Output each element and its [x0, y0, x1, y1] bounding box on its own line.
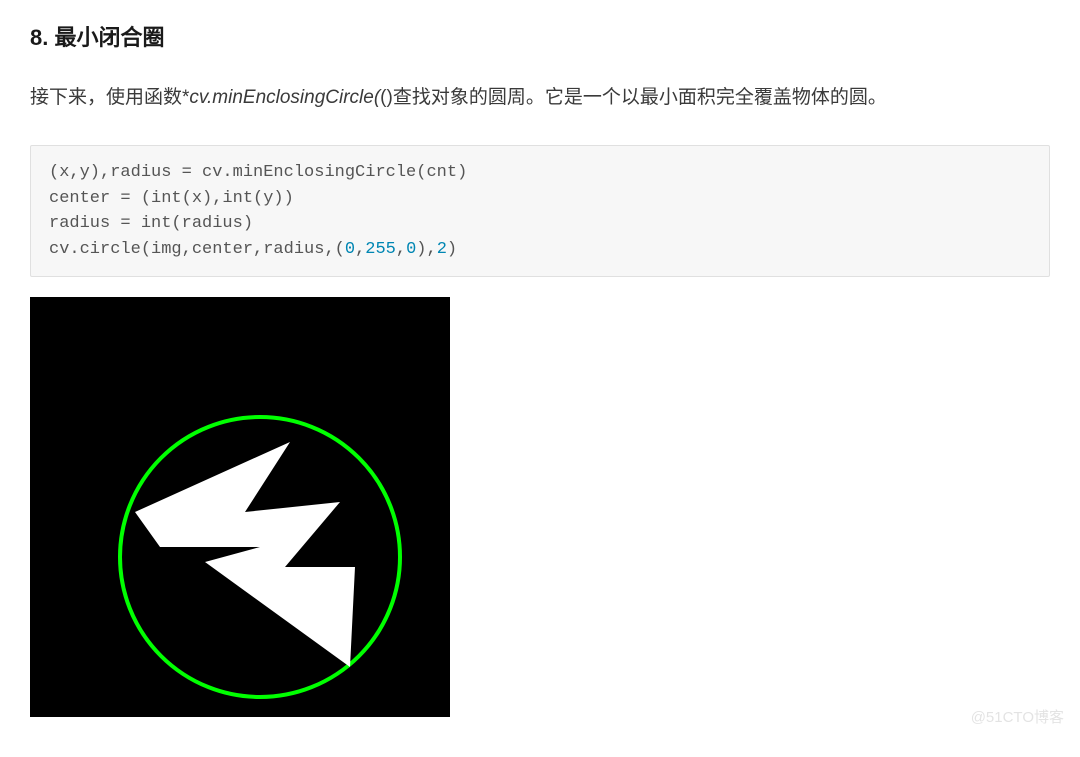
code-line-4: cv.circle(img,center,radius,(0,255,0),2) [49, 240, 457, 259]
code-line-1: (x,y),radius = cv.minEnclosingCircle(cnt… [49, 163, 467, 182]
section-heading: 8. 最小闭合圈 [30, 20, 1050, 52]
code-line-3: radius = int(radius) [49, 214, 253, 233]
lightning-bolt [135, 442, 355, 667]
code-line-2: center = (int(x),int(y)) [49, 189, 294, 208]
body-paragraph: 接下来，使用函数*cv.minEnclosingCircle(()查找对象的圆周… [30, 80, 1050, 115]
enclosing-circle-svg [30, 297, 450, 717]
para-after: ()查找对象的圆周。它是一个以最小面积完全覆盖物体的圆。 [380, 87, 887, 108]
function-name: cv.minEnclosingCircle( [189, 87, 380, 108]
code-block: (x,y),radius = cv.minEnclosingCircle(cnt… [30, 145, 1050, 277]
watermark: @51CTO博客 [971, 706, 1064, 727]
result-image [30, 297, 450, 717]
para-before: 接下来，使用函数* [30, 87, 189, 108]
